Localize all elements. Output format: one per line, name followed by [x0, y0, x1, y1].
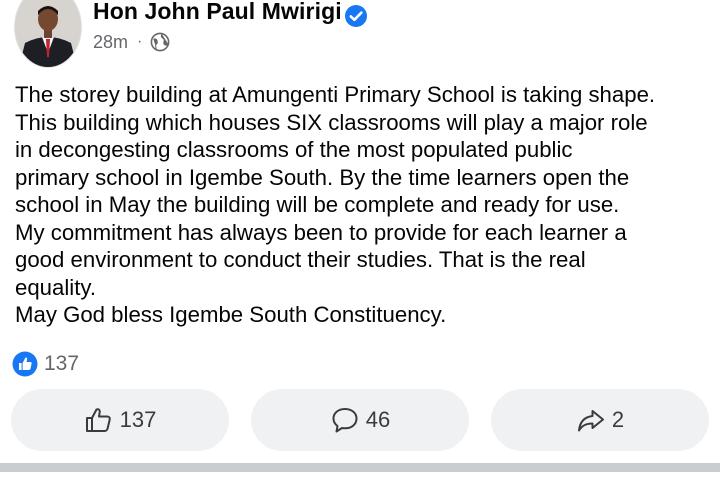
thumbs-up-icon — [85, 408, 111, 432]
like-button[interactable]: 137 — [11, 389, 229, 451]
like-count: 137 — [119, 407, 157, 432]
post-text-line: in decongesting classrooms of the most p… — [15, 137, 573, 162]
post-text-line: My commitment has always been to provide… — [15, 219, 627, 245]
verified-badge-icon — [345, 5, 367, 27]
post-text-line: school in May the building will be compl… — [15, 192, 620, 217]
post-text-line: May God bless Igembe South Constituency. — [15, 302, 447, 327]
share-icon — [577, 410, 604, 432]
reaction-count: 137 — [44, 352, 80, 375]
post-text-line: The storey building at Amungenti Primary… — [15, 82, 656, 107]
comment-icon — [332, 408, 358, 433]
globe-icon[interactable] — [150, 32, 170, 52]
comment-button[interactable]: 46 — [251, 389, 469, 451]
avatar-photo — [15, 0, 81, 67]
comment-count: 46 — [365, 407, 391, 432]
post-text-line: primary school in Igembe South. By the t… — [15, 164, 630, 190]
feed-divider — [0, 463, 720, 472]
post-text-line: good environment to conduct their studie… — [15, 247, 586, 272]
post-header: Hon John Paul Mwirigi 28m · — [0, 0, 720, 70]
post-text-line: This building which houses SIX classroom… — [15, 109, 648, 135]
reactions-summary[interactable]: 137 — [12, 350, 79, 378]
author-name[interactable]: Hon John Paul Mwirigi — [93, 0, 342, 25]
share-button[interactable]: 2 — [491, 389, 709, 451]
meta-separator: · — [137, 33, 143, 50]
post-meta: 28m · — [93, 31, 170, 53]
like-reaction-icon — [12, 351, 38, 377]
post-body-text: The storey building at Amungenti Primary… — [15, 81, 715, 329]
post-text-line: equality. — [15, 274, 96, 300]
share-count: 2 — [611, 407, 625, 432]
post-timestamp[interactable]: 28m — [93, 32, 128, 53]
avatar[interactable] — [14, 0, 82, 68]
